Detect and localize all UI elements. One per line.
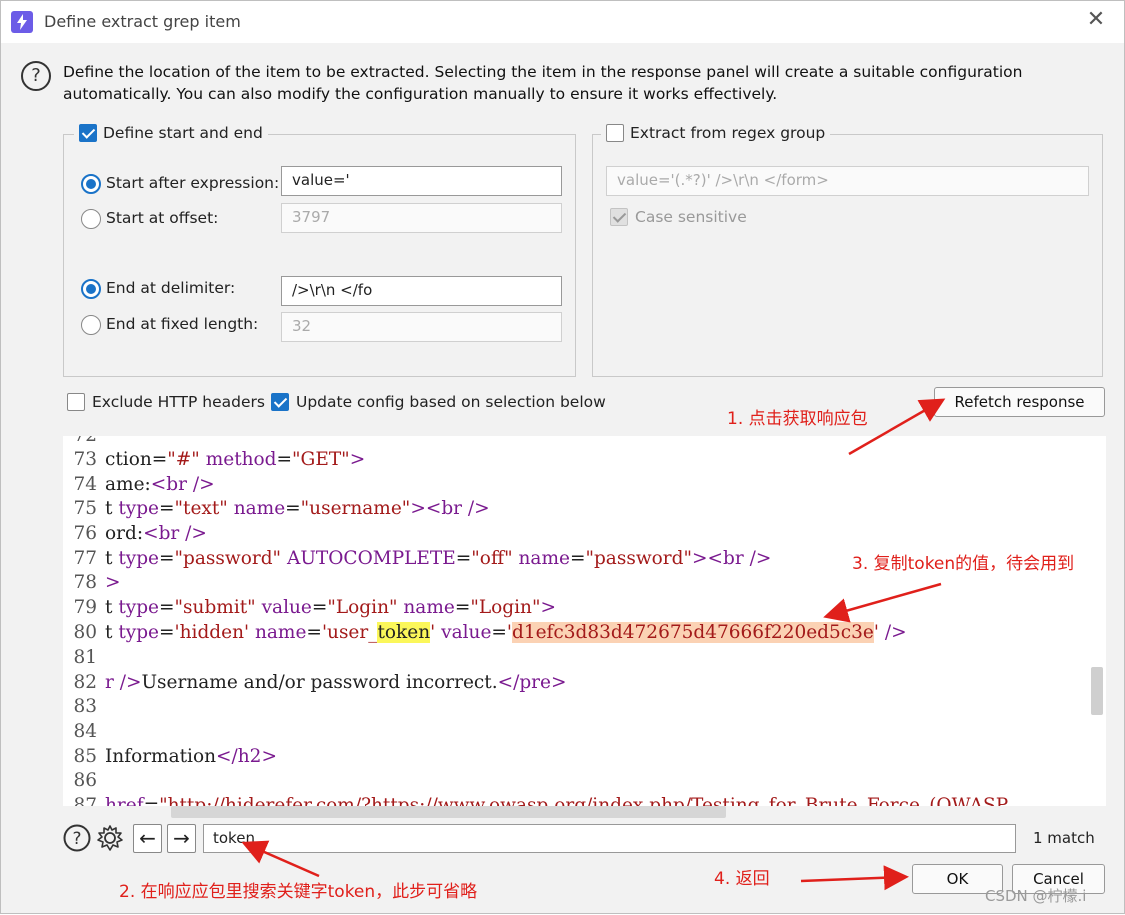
arrow-step-4	[800, 865, 909, 891]
arrow-step-1	[848, 398, 946, 456]
watermark: CSDN @柠檬.i	[985, 887, 1087, 905]
arrow-step-2	[241, 840, 320, 878]
dialog-window: Define extract grep item ✕ ? Define the …	[0, 0, 1125, 914]
annotation-arrows	[241, 398, 946, 891]
arrow-step-3	[823, 582, 942, 623]
